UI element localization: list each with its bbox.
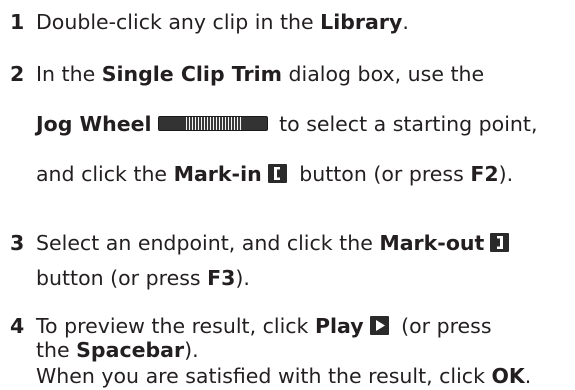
step-text: dialog box, use the [282,62,485,86]
step-text: button (or press [36,266,208,290]
step-text: Double-click any clip in the [36,10,321,34]
step-text: the [36,338,77,362]
ok-button-label: OK [491,364,525,388]
play-icon [369,316,389,335]
mark-in-label: Mark-in [173,162,262,186]
single-clip-trim-label: Single Clip Trim [101,62,282,86]
mark-in-icon [267,164,287,183]
step-text: . [524,364,532,388]
jog-wheel-label: Jog Wheel [36,112,152,136]
step-text: Select an endpoint, and click the [36,231,380,255]
step-number: 2 [10,62,25,86]
library-label: Library [320,10,403,34]
step-number: 1 [10,10,25,34]
step-text: . [402,10,409,34]
f3-key-label: F3 [207,266,236,290]
jog-wheel-icon [157,116,268,131]
step-text: and click the [36,162,174,186]
step-number: 4 [10,314,25,338]
step-4-line-3: When you are satisfied with the result, … [36,364,531,388]
step-text: button (or press [292,162,471,186]
step-4-line-2: the Spacebar). [36,338,199,362]
step-text: When you are satisfied with the result, … [36,364,492,388]
step-text: to select a starting point, [272,112,538,136]
step-text: To preview the result, click [36,314,315,338]
step-text: ). [235,266,250,290]
step-1: 1 Double-click any clip in the Library. [10,10,409,34]
play-label: Play [314,314,364,338]
step-text: ). [498,162,514,186]
mark-out-icon [490,233,510,252]
step-2-line-2: Jog Wheel to select a starting point, [36,112,537,136]
mark-out-label: Mark-out [379,231,485,255]
spacebar-key-label: Spacebar [76,338,185,362]
step-4-line-1: 4 To preview the result, click Play (or p… [10,314,492,338]
step-2-line-1: 2 In the Single Clip Trim dialog box, use… [10,62,484,86]
step-text: ). [184,338,199,362]
step-3-line-2: button (or press F3). [36,266,250,290]
step-text: (or press [394,314,492,338]
step-3-line-1: 3 Select an endpoint, and click the Mark-… [10,231,515,255]
step-2-line-3: and click the Mark-in button (or press F… [36,162,513,186]
step-text: In the [36,62,102,86]
step-number: 3 [10,231,25,255]
f2-key-label: F2 [470,162,499,186]
